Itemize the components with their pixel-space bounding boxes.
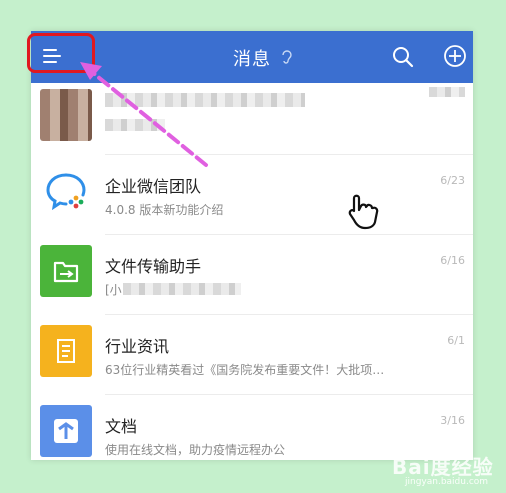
watermark-url: jingyan.baidu.com (405, 477, 489, 487)
hand-cursor-icon (348, 194, 379, 230)
watermark: Bai度经验 (392, 455, 494, 479)
annotation-arrow (80, 62, 208, 167)
